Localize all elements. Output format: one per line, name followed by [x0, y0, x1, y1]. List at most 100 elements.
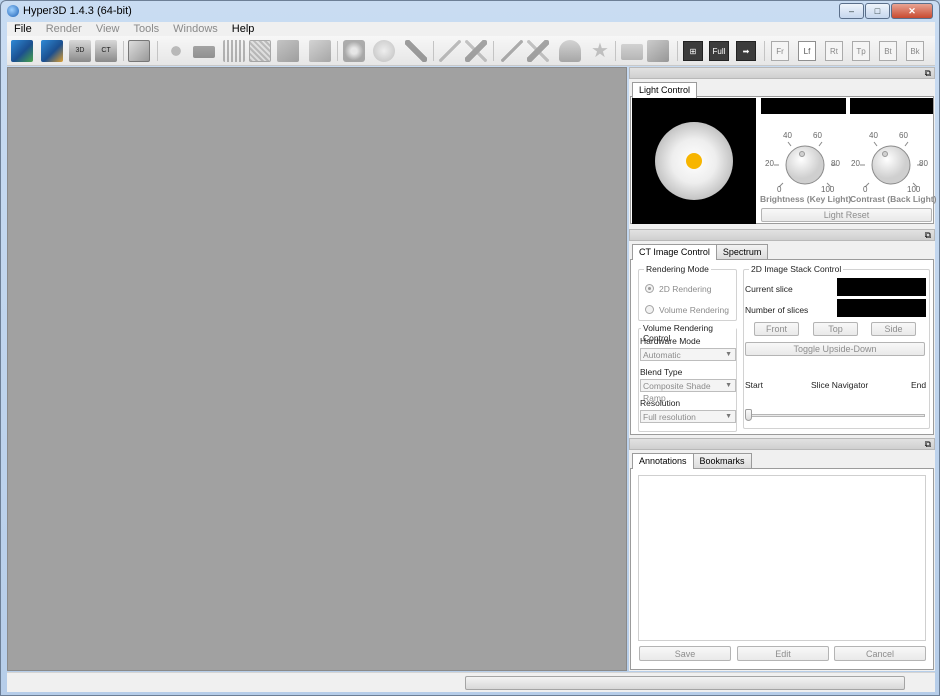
- contrast-caption: Contrast (Back Light): [850, 194, 937, 204]
- folder-icon[interactable]: [621, 44, 643, 60]
- contrast-dial[interactable]: 0 20 40 60 80 100: [847, 131, 935, 201]
- contrast-tick-0: 0: [863, 185, 868, 194]
- redo-arrow-icon[interactable]: [405, 40, 427, 62]
- side-button[interactable]: Side: [871, 322, 916, 336]
- view-front-button[interactable]: Fr: [771, 41, 789, 61]
- float-dock-icon[interactable]: ⧉: [925, 439, 931, 449]
- clear-pen-icon[interactable]: [527, 40, 549, 62]
- menu-tools[interactable]: Tools: [126, 22, 166, 36]
- wireframe-icon[interactable]: [249, 40, 271, 62]
- label-volume-rendering: Volume Rendering: [659, 305, 729, 315]
- cancel-button[interactable]: Cancel: [834, 646, 926, 661]
- menu-help[interactable]: Help: [225, 22, 262, 36]
- contrast-tick-100: 100: [907, 185, 921, 194]
- brightness-readout: [761, 98, 846, 114]
- open-book-icon[interactable]: [11, 40, 33, 62]
- tab-spectrum[interactable]: Spectrum: [715, 244, 769, 259]
- save-button[interactable]: Save: [639, 646, 731, 661]
- resolution-select[interactable]: Full resolution ▼: [640, 410, 736, 423]
- contrast-tick-20: 20: [851, 159, 860, 168]
- light-icon[interactable]: [165, 40, 187, 62]
- ct-tabs: CT Image Control Spectrum: [632, 244, 769, 260]
- toolbar-separator: [157, 41, 158, 61]
- view-back-button[interactable]: Bk: [906, 41, 924, 61]
- app-window: Hyper3D 1.4.3 (64-bit) – □ ✕ File Render…: [0, 0, 940, 696]
- brightness-tick-0: 0: [777, 185, 782, 194]
- top-button[interactable]: Top: [813, 322, 858, 336]
- contrast-tick-40: 40: [869, 131, 878, 140]
- point-cloud-icon[interactable]: [223, 40, 245, 62]
- app-logo-icon: [7, 5, 19, 17]
- open-study-icon[interactable]: [41, 40, 63, 62]
- toolbar-separator: [433, 41, 434, 61]
- float-dock-icon[interactable]: ⧉: [925, 230, 931, 240]
- view-left-button[interactable]: Lf: [798, 41, 816, 61]
- bookmark-star-icon[interactable]: ★: [589, 40, 611, 62]
- edit-button[interactable]: Edit: [737, 646, 829, 661]
- ruler-icon[interactable]: [439, 40, 461, 62]
- textured-cube-icon[interactable]: [309, 40, 331, 62]
- camera-icon[interactable]: [193, 46, 215, 58]
- brightness-tick-80: 80: [831, 159, 840, 168]
- blend-type-select[interactable]: Composite Shade Ramp ▼: [640, 379, 736, 403]
- hardware-mode-select[interactable]: Automatic ▼: [640, 348, 736, 361]
- light-dock-header: ⧉: [629, 67, 935, 79]
- close-button[interactable]: ✕: [891, 3, 933, 19]
- slice-start-label: Start: [745, 380, 763, 390]
- import-3d-icon[interactable]: 3D: [69, 40, 91, 62]
- view-bottom-button[interactable]: Bt: [879, 41, 897, 61]
- clear-ruler-icon[interactable]: [465, 40, 487, 62]
- menu-view[interactable]: View: [89, 22, 127, 36]
- quad-view-icon[interactable]: ⊞: [683, 41, 703, 61]
- minimize-button[interactable]: –: [839, 3, 864, 19]
- maximize-button[interactable]: □: [865, 3, 890, 19]
- brightness-dial[interactable]: 0 20 40 60 80 100: [761, 131, 849, 201]
- light-source-dot[interactable]: [686, 153, 702, 169]
- tab-bookmarks[interactable]: Bookmarks: [692, 453, 752, 468]
- menu-file[interactable]: File: [7, 22, 39, 36]
- view-top-button[interactable]: Tp: [852, 41, 870, 61]
- radio-2d-rendering[interactable]: [645, 284, 654, 293]
- title-bar: Hyper3D 1.4.3 (64-bit) – □ ✕: [1, 1, 939, 22]
- float-dock-icon[interactable]: ⧉: [925, 68, 931, 78]
- chevron-down-icon: ▼: [725, 413, 732, 420]
- current-slice-label: Current slice: [745, 284, 793, 294]
- annotation-text-area[interactable]: [638, 475, 926, 641]
- toolbar-separator: [677, 41, 678, 61]
- window-title: Hyper3D 1.4.3 (64-bit): [23, 5, 132, 17]
- import-ct-icon[interactable]: CT: [95, 40, 117, 62]
- number-of-slices-readout: [837, 299, 926, 317]
- screenshot-icon[interactable]: [128, 40, 150, 62]
- front-button[interactable]: Front: [754, 322, 799, 336]
- hardware-mode-value: Automatic: [643, 350, 681, 360]
- export-cube-icon[interactable]: [647, 40, 669, 62]
- light-preview[interactable]: [632, 98, 756, 224]
- solid-cube-icon[interactable]: [277, 40, 299, 62]
- contrast-tick-80: 80: [919, 159, 928, 168]
- stamp-icon[interactable]: [559, 40, 581, 62]
- menu-render[interactable]: Render: [39, 22, 89, 36]
- render-viewport[interactable]: [7, 67, 627, 671]
- light-tabs: Light Control: [632, 82, 698, 98]
- tab-light-control[interactable]: Light Control: [632, 82, 698, 98]
- tab-ct-image-control[interactable]: CT Image Control: [632, 244, 717, 260]
- full-view-button[interactable]: Full: [709, 41, 729, 61]
- toggle-upside-down-button[interactable]: Toggle Upside-Down: [745, 342, 925, 356]
- info-icon[interactable]: [373, 40, 395, 62]
- menu-windows[interactable]: Windows: [166, 22, 225, 36]
- pen-icon[interactable]: [501, 40, 523, 62]
- light-reset-button[interactable]: Light Reset: [761, 208, 932, 222]
- slice-navigator-handle[interactable]: [745, 409, 752, 421]
- next-view-icon[interactable]: ➡: [736, 41, 756, 61]
- slice-end-label: End: [911, 380, 927, 390]
- slice-navigator-slider[interactable]: [747, 414, 925, 417]
- radio-volume-rendering[interactable]: [645, 305, 654, 314]
- view-right-button[interactable]: Rt: [825, 41, 843, 61]
- brightness-tick-20: 20: [765, 159, 774, 168]
- swirl-icon[interactable]: [343, 40, 365, 62]
- tab-annotations[interactable]: Annotations: [632, 453, 694, 469]
- chevron-down-icon: ▼: [725, 382, 732, 389]
- rendering-mode-group: Rendering Mode 2D Rendering Volume Rende…: [638, 264, 737, 321]
- contrast-readout: [850, 98, 933, 114]
- brightness-tick-100: 100: [821, 185, 835, 194]
